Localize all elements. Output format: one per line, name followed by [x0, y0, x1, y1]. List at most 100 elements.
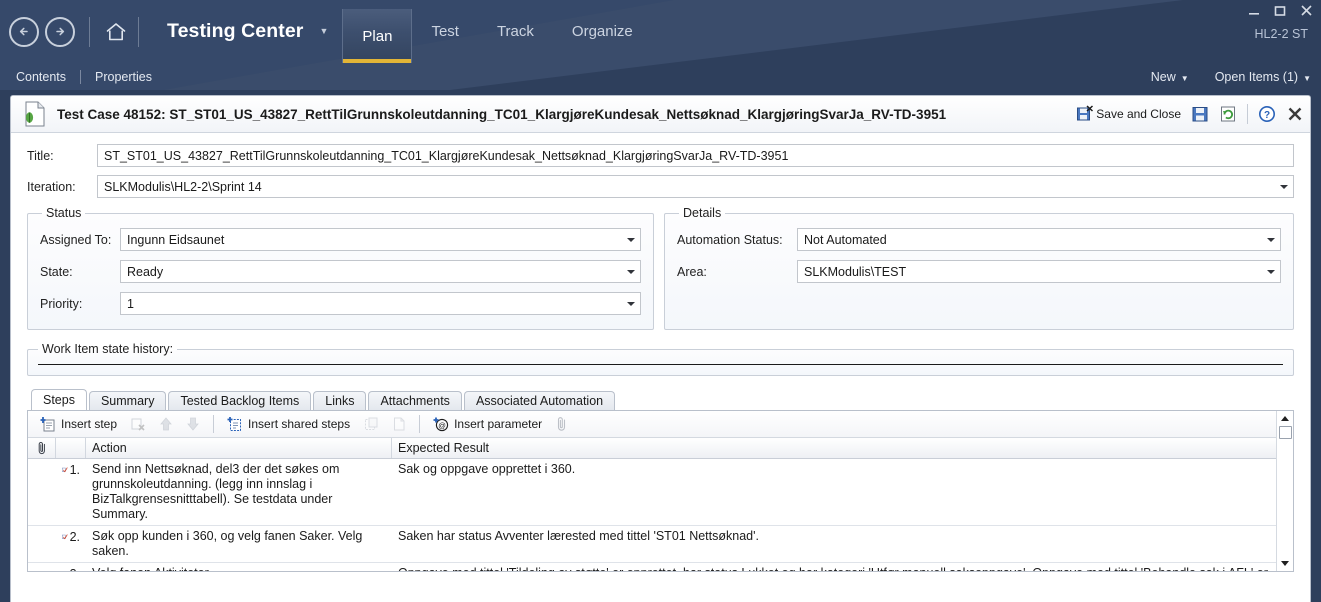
iteration-combobox[interactable]: SLKModulis\HL2-2\Sprint 14	[97, 175, 1294, 198]
minimize-icon[interactable]	[1248, 5, 1260, 19]
steps-vertical-scrollbar[interactable]	[1276, 411, 1293, 571]
title-chevron-down-icon[interactable]: ▼	[319, 27, 328, 36]
row-expected-result-cell[interactable]: Oppgave med tittel 'Tildeling av støtte'…	[392, 563, 1293, 571]
priority-row: Priority: 1	[40, 292, 641, 315]
open-shared-steps-icon	[394, 417, 405, 431]
priority-dropdown-arrow-icon[interactable]	[621, 293, 640, 314]
create-shared-steps-icon	[365, 417, 378, 430]
action-column-header: Action	[86, 438, 392, 458]
automation-status-row: Automation Status: Not Automated	[677, 228, 1281, 251]
tab-links[interactable]: Links	[313, 391, 367, 410]
state-dropdown-arrow-icon[interactable]	[621, 261, 640, 282]
steps-grid-body: 1. Send inn Nettsøknad, del3 der det søk…	[28, 459, 1293, 572]
row-action-cell[interactable]: Send inn Nettsøknad, del3 der det søkes …	[86, 459, 392, 525]
save-icon[interactable]	[1191, 105, 1209, 123]
scrollbar-thumb[interactable]	[1278, 426, 1292, 439]
delete-step-icon	[131, 418, 145, 431]
automation-status-value: Not Automated	[804, 232, 887, 247]
navigation-row: Testing Center ▼ Plan Test Track Organiz…	[0, 0, 1321, 63]
tab-plan[interactable]: Plan	[342, 9, 413, 63]
expected-result-column-header: Expected Result	[398, 441, 490, 455]
forward-button[interactable]	[45, 16, 75, 47]
table-row[interactable]: 3. Velg fanen Aktiviteter. Oppgave med t…	[28, 563, 1293, 571]
help-icon[interactable]: ?	[1258, 105, 1276, 123]
back-button[interactable]	[9, 16, 39, 47]
row-number-cell: 3.	[56, 563, 86, 571]
sub-nav-right: New ▼ Open Items (1) ▼	[1151, 63, 1311, 90]
iteration-dropdown-arrow-icon[interactable]	[1274, 176, 1293, 197]
steps-grid-header: Action Expected Result	[28, 438, 1293, 459]
steps-panel: Insert step Insert shared steps @ Insert…	[27, 410, 1294, 572]
insert-parameter-button[interactable]: @ Insert parameter	[429, 414, 546, 434]
title-field-row: Title: ST_ST01_US_43827_RettTilGrunnskol…	[27, 144, 1294, 167]
area-dropdown-arrow-icon[interactable]	[1261, 261, 1280, 282]
automation-status-combobox[interactable]: Not Automated	[797, 228, 1281, 251]
close-icon[interactable]	[1286, 105, 1304, 123]
automation-status-dropdown-arrow-icon[interactable]	[1261, 229, 1280, 250]
new-menu-button[interactable]: New ▼	[1151, 70, 1189, 84]
row-attachment-cell	[28, 563, 56, 571]
priority-combobox[interactable]: 1	[120, 292, 641, 315]
area-row: Area: SLKModulis\TEST	[677, 260, 1281, 283]
attachment-icon	[558, 417, 566, 431]
insert-step-icon	[40, 417, 55, 432]
table-row[interactable]: 1. Send inn Nettsøknad, del3 der det søk…	[28, 459, 1293, 526]
move-step-down-button[interactable]	[182, 414, 204, 434]
work-item-form: Title: ST_ST01_US_43827_RettTilGrunnskol…	[11, 133, 1310, 376]
open-items-menu-button[interactable]: Open Items (1) ▼	[1215, 70, 1311, 84]
close-window-icon[interactable]	[1300, 4, 1313, 19]
tab-organize[interactable]: Organize	[553, 0, 652, 63]
insert-shared-steps-button[interactable]: Insert shared steps	[223, 414, 354, 434]
tab-associated-automation[interactable]: Associated Automation	[463, 391, 616, 410]
area-combobox[interactable]: SLKModulis\TEST	[797, 260, 1281, 283]
sub-link-contents[interactable]: Contents	[8, 70, 74, 84]
main-tabs: Plan Test Track Organize	[342, 0, 651, 63]
tab-track[interactable]: Track	[478, 0, 553, 63]
window-controls	[1248, 4, 1313, 19]
row-action-cell[interactable]: Søk opp kunden i 360, og velg fanen Sake…	[86, 526, 392, 562]
move-step-up-button[interactable]	[155, 414, 177, 434]
sub-link-properties[interactable]: Properties	[87, 70, 160, 84]
table-row[interactable]: 2. Søk opp kunden i 360, og velg fanen S…	[28, 526, 1293, 563]
iteration-field-row: Iteration: SLKModulis\HL2-2\Sprint 14	[27, 175, 1294, 198]
tab-summary[interactable]: Summary	[88, 391, 167, 410]
number-column-header	[56, 438, 86, 458]
work-item-tabstrip: Steps Summary Tested Backlog Items Links…	[11, 389, 1310, 410]
state-history-legend: Work Item state history:	[42, 342, 174, 356]
open-shared-steps-button[interactable]	[388, 414, 410, 434]
assigned-to-dropdown-arrow-icon[interactable]	[621, 229, 640, 250]
refresh-icon[interactable]	[1219, 105, 1237, 123]
status-group: Status Assigned To: Ingunn Eidsaunet Sta…	[27, 206, 654, 330]
row-expected-result-cell[interactable]: Saken har status Avventer lærested med t…	[392, 526, 1293, 562]
scroll-up-button[interactable]	[1277, 411, 1294, 426]
assigned-to-label: Assigned To:	[40, 232, 112, 247]
chevron-down-icon: ▼	[1180, 73, 1189, 83]
test-step-validate-icon	[62, 467, 68, 473]
row-expand-chevron-down-icon[interactable]	[1259, 571, 1273, 572]
tab-attachments[interactable]: Attachments	[368, 391, 462, 410]
details-group: Details Automation Status: Not Automated…	[664, 206, 1294, 330]
row-number-cell: 1.	[56, 459, 86, 525]
row-action-cell[interactable]: Velg fanen Aktiviteter.	[86, 563, 392, 571]
insert-shared-steps-icon	[227, 417, 242, 431]
tab-steps[interactable]: Steps	[31, 389, 87, 410]
insert-step-button[interactable]: Insert step	[36, 414, 121, 434]
assigned-to-combobox[interactable]: Ingunn Eidsaunet	[120, 228, 641, 251]
home-icon[interactable]	[102, 18, 130, 46]
save-and-close-button[interactable]: Save and Close	[1076, 105, 1181, 123]
field-groups: Status Assigned To: Ingunn Eidsaunet Sta…	[27, 206, 1294, 330]
insert-shared-steps-label: Insert shared steps	[248, 417, 351, 431]
create-shared-steps-button[interactable]	[359, 414, 383, 434]
tab-tested-backlog-items[interactable]: Tested Backlog Items	[168, 391, 312, 410]
tab-test[interactable]: Test	[412, 0, 478, 63]
insert-parameter-icon: @	[433, 417, 449, 432]
delete-step-button[interactable]	[126, 414, 150, 434]
maximize-icon[interactable]	[1274, 5, 1286, 19]
state-combobox[interactable]: Ready	[120, 260, 641, 283]
area-value: SLKModulis\TEST	[804, 264, 907, 279]
scroll-down-button[interactable]	[1277, 556, 1294, 571]
attachment-button[interactable]	[551, 414, 573, 434]
work-item-actions: Save and Close ?	[1066, 104, 1304, 124]
row-expected-result-cell[interactable]: Sak og oppgave opprettet i 360.	[392, 459, 1293, 525]
title-input[interactable]: ST_ST01_US_43827_RettTilGrunnskoleutdann…	[97, 144, 1294, 167]
